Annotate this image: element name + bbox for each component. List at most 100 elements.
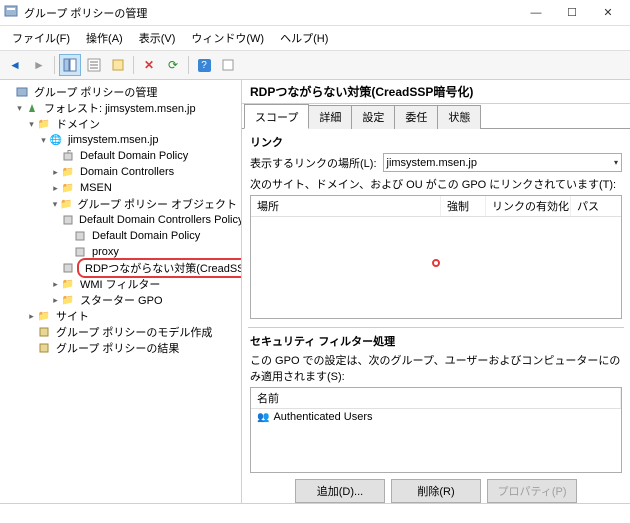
twist-icon[interactable]: ▾ xyxy=(50,199,60,210)
maximize-button[interactable]: ☐ xyxy=(554,2,590,24)
delete-button[interactable]: ✕ xyxy=(138,54,160,76)
modeling-icon xyxy=(37,326,51,338)
tree-rdp[interactable]: RDPつながらない対策(CreadSSP暗号化) xyxy=(77,258,242,278)
tab-status[interactable]: 状態 xyxy=(437,105,481,129)
tree-domains[interactable]: ドメイン xyxy=(54,116,102,132)
menu-view[interactable]: 表示(V) xyxy=(133,28,182,48)
content-pane: RDPつながらない対策(CreadSSP暗号化) スコープ 詳細 設定 委任 状… xyxy=(242,80,630,503)
col-name[interactable]: 名前 xyxy=(251,388,621,408)
security-note: この GPO での設定は、次のグループ、ユーザーおよびコンピューターにのみ適用さ… xyxy=(250,352,622,384)
back-button[interactable]: ◄ xyxy=(4,54,26,76)
close-button[interactable]: ✕ xyxy=(590,2,626,24)
gpo-icon xyxy=(73,246,87,258)
section-security: セキュリティ フィルター処理 この GPO での設定は、次のグループ、ユーザーお… xyxy=(242,328,630,503)
security-header: セキュリティ フィルター処理 xyxy=(250,333,622,349)
tree-proxy[interactable]: proxy xyxy=(90,246,121,258)
security-listbox[interactable]: 名前 👥 Authenticated Users xyxy=(250,387,622,473)
help-button[interactable]: ? xyxy=(193,54,215,76)
options-button[interactable] xyxy=(217,54,239,76)
content-title: RDPつながらない対策(CreadSSP暗号化) xyxy=(242,80,630,104)
tab-settings[interactable]: 設定 xyxy=(351,105,395,129)
menu-window[interactable]: ウィンドウ(W) xyxy=(185,28,270,48)
folder-icon: 📁 xyxy=(61,294,75,306)
console-tree[interactable]: グループ ポリシーの管理 ▾ フォレスト: jimsystem.msen.jp ▾… xyxy=(2,82,241,358)
tree-ddcp[interactable]: Default Domain Controllers Policy xyxy=(77,214,242,226)
tab-scope[interactable]: スコープ xyxy=(244,104,309,129)
tree-msen[interactable]: MSEN xyxy=(78,182,114,194)
link-header: リンク xyxy=(250,134,622,150)
twist-icon[interactable]: ▾ xyxy=(38,135,49,146)
scope-pane-button[interactable] xyxy=(59,54,81,76)
domain-icon: 🌐 xyxy=(49,134,63,146)
tree-domain[interactable]: jimsystem.msen.jp xyxy=(66,134,160,146)
menu-help[interactable]: ヘルプ(H) xyxy=(274,28,334,48)
annotation-marker xyxy=(432,259,440,267)
folder-icon: 📁 xyxy=(61,278,75,290)
chevron-down-icon: ▾ xyxy=(614,158,618,167)
tree-pane: グループ ポリシーの管理 ▾ フォレスト: jimsystem.msen.jp ▾… xyxy=(0,80,242,503)
gpo-icon xyxy=(73,230,87,242)
twist-icon[interactable]: ▸ xyxy=(50,279,61,290)
properties-button: プロパティ(P) xyxy=(487,479,577,503)
statusbar xyxy=(0,503,630,523)
ou-icon: 📁 xyxy=(61,182,75,194)
users-icon: 👥 xyxy=(257,412,269,423)
refresh-button[interactable]: ⟳ xyxy=(162,54,184,76)
tree-root[interactable]: グループ ポリシーの管理 xyxy=(32,84,159,100)
menu-file[interactable]: ファイル(F) xyxy=(6,28,76,48)
tabs: スコープ 詳細 設定 委任 状態 xyxy=(242,104,630,129)
link-note: 次のサイト、ドメイン、および OU がこの GPO にリンクされています(T): xyxy=(250,176,622,192)
link-location-combo[interactable]: jimsystem.msen.jp ▾ xyxy=(383,153,623,172)
gpo-link-icon xyxy=(61,150,75,162)
twist-icon[interactable]: ▸ xyxy=(50,183,61,194)
tab-delegation[interactable]: 委任 xyxy=(394,105,438,129)
authenticated-users: Authenticated Users xyxy=(273,411,372,423)
detail-button[interactable] xyxy=(107,54,129,76)
list-item[interactable]: 👥 Authenticated Users xyxy=(251,409,621,425)
titlebar: グループ ポリシーの管理 ― ☐ ✕ xyxy=(0,0,630,26)
folder-icon: 📁 xyxy=(37,118,51,130)
add-button[interactable]: 追加(D)... xyxy=(295,479,385,503)
tree-results[interactable]: グループ ポリシーの結果 xyxy=(54,340,181,356)
tab-details[interactable]: 詳細 xyxy=(308,105,352,129)
ou-icon: 📁 xyxy=(61,166,75,178)
col-location[interactable]: 場所 xyxy=(251,196,441,216)
link-listbox[interactable]: 場所 強制 リンクの有効化 パス xyxy=(250,195,622,319)
twist-icon[interactable]: ▸ xyxy=(50,295,61,306)
twist-icon[interactable]: ▾ xyxy=(26,119,37,130)
minimize-button[interactable]: ― xyxy=(518,2,554,24)
twist-icon[interactable]: ▾ xyxy=(14,103,25,114)
tree-modeling[interactable]: グループ ポリシーのモデル作成 xyxy=(54,324,214,340)
col-path[interactable]: パス xyxy=(571,196,622,216)
twist-icon[interactable]: ▸ xyxy=(26,311,37,322)
app-icon xyxy=(4,4,18,21)
forward-button[interactable]: ► xyxy=(28,54,50,76)
console-tree-button[interactable] xyxy=(83,54,105,76)
tree-forest[interactable]: フォレスト: jimsystem.msen.jp xyxy=(42,100,198,116)
window-title: グループ ポリシーの管理 xyxy=(24,5,518,21)
main-area: グループ ポリシーの管理 ▾ フォレスト: jimsystem.msen.jp ▾… xyxy=(0,80,630,503)
folder-icon: 📁 xyxy=(37,310,51,322)
col-enable[interactable]: リンクの有効化 xyxy=(486,196,571,216)
gpo-icon xyxy=(62,214,74,226)
forest-icon xyxy=(25,102,39,114)
remove-button[interactable]: 削除(R) xyxy=(391,479,481,503)
tree-ddp2[interactable]: Default Domain Policy xyxy=(90,230,202,242)
link-loc-value: jimsystem.msen.jp xyxy=(387,157,477,169)
tree-gpo-folder[interactable]: グループ ポリシー オブジェクト xyxy=(76,196,239,212)
tree-ddp[interactable]: Default Domain Policy xyxy=(78,150,190,162)
twist-icon[interactable]: ▸ xyxy=(50,167,61,178)
section-link: リンク 表示するリンクの場所(L): jimsystem.msen.jp ▾ 次… xyxy=(242,129,630,327)
folder-icon: 📁 xyxy=(60,198,73,210)
menu-action[interactable]: 操作(A) xyxy=(80,28,129,48)
toolbar: ◄ ► ✕ ⟳ ? xyxy=(0,51,630,80)
menubar: ファイル(F) 操作(A) 表示(V) ウィンドウ(W) ヘルプ(H) xyxy=(0,26,630,51)
tree-wmi[interactable]: WMI フィルター xyxy=(78,276,162,292)
results-icon xyxy=(37,342,51,354)
tree-dc[interactable]: Domain Controllers xyxy=(78,166,176,178)
tree-sites[interactable]: サイト xyxy=(54,308,91,324)
root-icon xyxy=(15,86,29,98)
col-force[interactable]: 強制 xyxy=(441,196,486,216)
link-loc-label: 表示するリンクの場所(L): xyxy=(250,155,377,171)
tree-starter[interactable]: スターター GPO xyxy=(78,292,165,308)
